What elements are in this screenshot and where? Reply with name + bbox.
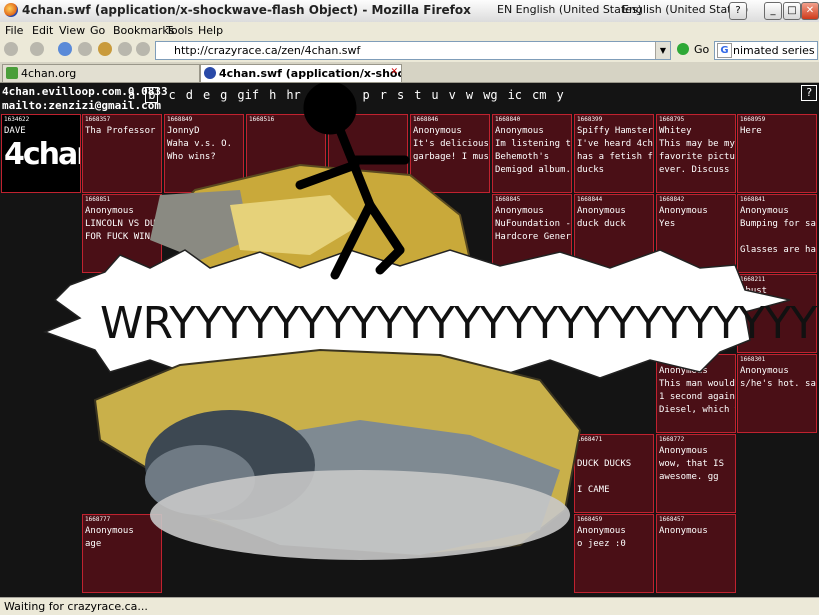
status-text: Waiting for crazyrace.ca... — [4, 600, 148, 613]
help-icon[interactable]: ? — [729, 2, 747, 20]
go-icon[interactable] — [677, 43, 689, 55]
menu-view[interactable]: View — [59, 24, 85, 37]
url-text[interactable]: http://crazyrace.ca/zen/4chan.swf — [174, 44, 360, 57]
flash-animation-overlay: WRYYYYYYYYYYYYYYYYYYYYYYYYY — [42, 83, 818, 560]
tab-label: 4chan.org — [21, 67, 77, 80]
maximize-button[interactable]: □ — [783, 2, 801, 20]
language-indicator-1[interactable]: EN English (United States) — [497, 3, 642, 16]
firefox-icon — [4, 3, 18, 17]
tab-label: 4chan.swf (application/x-shockwave... — [219, 67, 401, 80]
grey-machine-shape — [93, 348, 582, 560]
home-icon[interactable] — [98, 42, 112, 56]
menu-edit[interactable]: Edit — [32, 24, 53, 37]
menu-go[interactable]: Go — [90, 24, 105, 37]
menu-file[interactable]: File — [5, 24, 23, 37]
tab-bar: 4chan.org 4chan.swf (application/x-shock… — [0, 62, 819, 83]
shout-text: WRYYYYYYYYYYYYYYYYYYYYYYYYY — [100, 298, 817, 349]
url-bar[interactable]: http://crazyrace.ca/zen/4chan.swf ▼ — [155, 41, 671, 60]
back-icon[interactable] — [4, 42, 18, 56]
minimize-button[interactable]: _ — [764, 2, 782, 20]
google-icon[interactable]: G — [717, 43, 732, 58]
search-input[interactable]: G nimated series tirvia — [714, 41, 818, 60]
go-button[interactable]: Go — [694, 43, 709, 56]
window-titlebar: 4chan.swf (application/x-shockwave-flash… — [0, 0, 819, 23]
navigation-toolbar: http://crazyrace.ca/zen/4chan.swf ▼ Go G… — [0, 39, 819, 63]
favicon-icon — [6, 67, 18, 79]
close-tab-icon[interactable]: ✕ — [390, 67, 398, 77]
stop-icon[interactable] — [78, 42, 92, 56]
search-text[interactable]: nimated series tirvia — [733, 44, 817, 57]
url-dropdown-icon[interactable]: ▼ — [655, 42, 670, 59]
reload-icon[interactable] — [58, 42, 72, 56]
tab-4chan-swf[interactable]: 4chan.swf (application/x-shockwave... ✕ — [200, 64, 402, 82]
favicon-icon — [204, 67, 216, 79]
flash-content[interactable]: 4chan.evilloop.com.0.0833 mailto:zenzizi… — [0, 83, 819, 597]
status-bar: Waiting for crazyrace.ca... — [0, 597, 819, 615]
menu-bar: File Edit View Go Bookmarks Tools Help — [0, 22, 819, 39]
print-icon[interactable] — [136, 42, 150, 56]
menu-help[interactable]: Help — [198, 24, 223, 37]
window-title: 4chan.swf (application/x-shockwave-flash… — [22, 3, 471, 17]
close-button[interactable]: ✕ — [801, 2, 819, 20]
tab-4chan[interactable]: 4chan.org — [2, 64, 200, 82]
menu-tools[interactable]: Tools — [166, 24, 193, 37]
forward-icon[interactable] — [30, 42, 44, 56]
history-icon[interactable] — [118, 42, 132, 56]
